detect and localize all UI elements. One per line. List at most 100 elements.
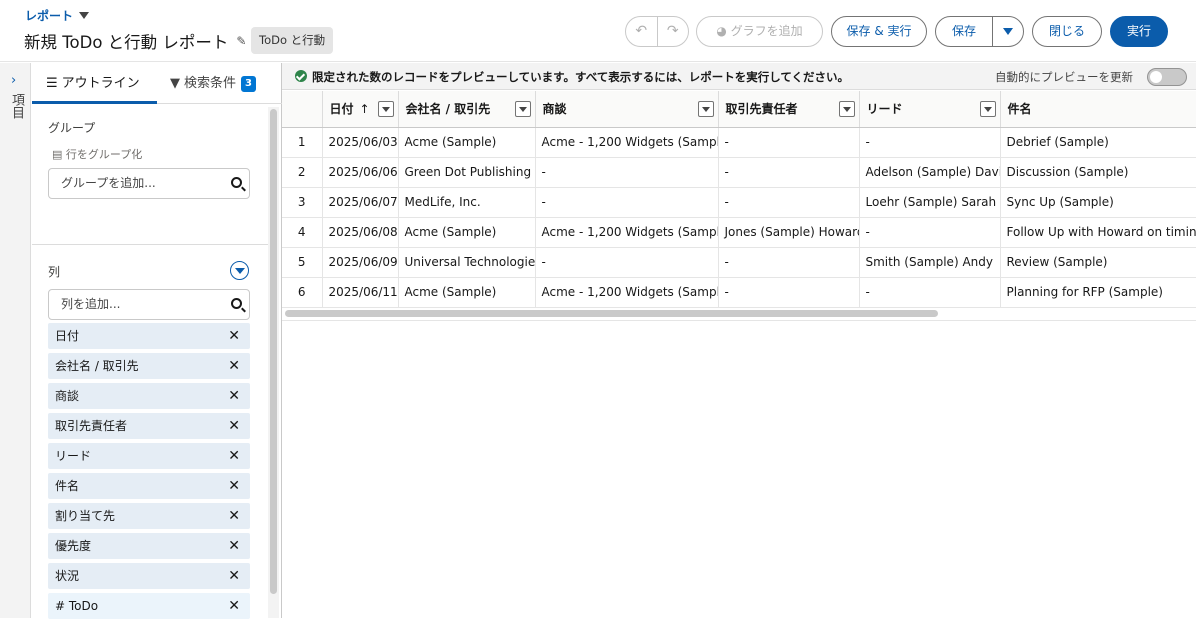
close-icon[interactable]: ✕	[228, 533, 240, 559]
table-cell: -	[535, 247, 719, 278]
row-number: 2	[282, 157, 323, 188]
table-scrollbar-thumb[interactable]	[285, 310, 938, 317]
column-chip[interactable]: 日付 ✕	[48, 323, 250, 349]
column-chip[interactable]: 割り当て先 ✕	[48, 503, 250, 529]
run-button[interactable]: 実行	[1110, 16, 1168, 47]
column-header-date[interactable]: 日付 ↑	[322, 91, 399, 128]
column-chip-label: # ToDo	[55, 599, 99, 613]
close-icon[interactable]: ✕	[228, 503, 240, 529]
row-number: 3	[282, 187, 323, 218]
column-header-subject[interactable]: 件名	[1000, 91, 1196, 128]
preview-message: 限定された数のレコードをプレビューしています。すべて表示するには、レポートを実行…	[312, 70, 850, 84]
column-chip[interactable]: 件名 ✕	[48, 473, 250, 499]
column-chip[interactable]: 優先度 ✕	[48, 533, 250, 559]
column-chip-label: 日付	[55, 329, 80, 343]
close-icon[interactable]: ✕	[228, 563, 240, 589]
table-cell: Sync Up (Sample)	[1000, 187, 1196, 218]
table-cell: Acme - 1,200 Widgets (Sample)	[535, 127, 719, 158]
table-row: 4 2025/06/08 Acme (Sample) Acme - 1,200 …	[282, 217, 1196, 248]
table-cell: Review (Sample)	[1000, 247, 1196, 278]
close-icon[interactable]: ✕	[228, 383, 240, 409]
preview-banner: 限定された数のレコードをプレビューしています。すべて表示するには、レポートを実行…	[282, 63, 1196, 90]
close-icon[interactable]: ✕	[228, 473, 240, 499]
table-cell: Adelson (Sample) David	[859, 157, 1001, 188]
column-list: 日付 ✕ 会社名 / 取引先 ✕ 商談 ✕ 取引先責任者 ✕ リード ✕ 件名 ✕ 割り当て…	[48, 323, 250, 623]
save-button[interactable]: 保存	[935, 16, 1024, 47]
list-icon: ☰	[46, 76, 58, 91]
table-horizontal-scrollbar[interactable]	[285, 309, 1193, 318]
close-icon[interactable]: ✕	[228, 593, 240, 619]
add-group-input[interactable]: グループを追加...	[48, 168, 250, 199]
column-menu-button[interactable]	[697, 101, 714, 117]
redo-icon[interactable]: ↷	[658, 17, 689, 46]
column-menu-button[interactable]	[838, 101, 855, 117]
pencil-icon[interactable]: ✎	[236, 34, 246, 48]
close-button[interactable]: 閉じる	[1032, 16, 1102, 47]
close-icon[interactable]: ✕	[228, 443, 240, 469]
table-cell: Universal Technologies	[398, 247, 536, 278]
column-header-opportunity[interactable]: 商談	[535, 91, 719, 128]
table-cell: 2025/06/07	[322, 187, 399, 218]
chevron-right-icon[interactable]: ›	[11, 73, 16, 88]
breadcrumb[interactable]: レポート	[25, 7, 90, 24]
tab-outline-label: アウトライン	[61, 76, 140, 91]
fields-rail[interactable]: › 項目	[0, 63, 31, 618]
chevron-down-icon[interactable]	[79, 12, 90, 19]
columns-menu-icon[interactable]	[230, 261, 249, 280]
table-bottom-border	[282, 320, 1196, 321]
column-chip[interactable]: 商談 ✕	[48, 383, 250, 409]
column-chip[interactable]: 取引先責任者 ✕	[48, 413, 250, 439]
table-row: 3 2025/06/07 MedLife, Inc. - - Loehr (Sa…	[282, 187, 1196, 218]
filter-count-badge: 3	[241, 75, 256, 92]
panel-scrollbar-thumb[interactable]	[270, 109, 277, 594]
column-chip-label: 優先度	[55, 539, 92, 553]
panel-tabs: ☰ アウトライン ▼ 検索条件 3	[32, 63, 282, 104]
table-cell: 2025/06/11	[322, 277, 399, 308]
panel-scrollbar[interactable]	[268, 107, 279, 618]
save-and-run-button[interactable]: 保存 & 実行	[831, 16, 927, 47]
column-chip-label: 割り当て先	[55, 509, 116, 523]
column-chip[interactable]: 会社名 / 取引先 ✕	[48, 353, 250, 379]
table-cell: 2025/06/03	[322, 127, 399, 158]
close-icon[interactable]: ✕	[228, 413, 240, 439]
undo-icon[interactable]: ↶	[626, 17, 658, 46]
auto-preview-label: 自動的にプレビューを更新	[995, 70, 1133, 84]
column-header-account[interactable]: 会社名 / 取引先	[398, 91, 536, 128]
save-menu-button[interactable]	[992, 17, 1023, 46]
row-number: 6	[282, 277, 323, 308]
table-cell: Follow Up with Howard on timing (S	[1000, 217, 1196, 248]
column-chip-label: リード	[55, 449, 92, 463]
add-chart-label: グラフを追加	[730, 24, 803, 38]
column-chip[interactable]: リード ✕	[48, 443, 250, 469]
sort-ascending-icon[interactable]: ↑	[360, 102, 370, 116]
chart-icon: ◕	[716, 24, 731, 38]
column-menu-button[interactable]	[377, 101, 394, 117]
table-cell: Smith (Sample) Andy	[859, 247, 1001, 278]
preview-table: 日付 ↑ 会社名 / 取引先 商談 取引先責任者 リード 件名 1 2025/06…	[282, 91, 1196, 308]
close-icon[interactable]: ✕	[228, 353, 240, 379]
table-cell: -	[718, 187, 860, 218]
column-header-lead[interactable]: リード	[859, 91, 1001, 128]
close-icon[interactable]: ✕	[228, 323, 240, 349]
column-header-contact[interactable]: 取引先責任者	[718, 91, 860, 128]
search-icon	[231, 298, 242, 309]
column-chip[interactable]: 状況 ✕	[48, 563, 250, 589]
breadcrumb-label[interactable]: レポート	[25, 7, 73, 24]
column-header-label: 商談	[542, 102, 567, 117]
column-chip[interactable]: # ToDo ✕	[48, 593, 250, 619]
table-cell: 2025/06/09	[322, 247, 399, 278]
tab-filters[interactable]: ▼ 検索条件 3	[170, 63, 280, 104]
tab-filters-label: 検索条件	[184, 76, 237, 91]
table-cell: Loehr (Sample) Sarah	[859, 187, 1001, 218]
table-cell: -	[859, 127, 1001, 158]
column-menu-button[interactable]	[979, 101, 996, 117]
group-rows-label: ▤ 行をグループ化	[52, 146, 142, 162]
auto-preview-toggle[interactable]	[1147, 68, 1187, 86]
tab-outline[interactable]: ☰ アウトライン	[32, 63, 157, 104]
add-column-input[interactable]: 列を追加...	[48, 289, 250, 320]
add-chart-button[interactable]: ◕ グラフを追加	[696, 16, 823, 47]
table-header-row: 日付 ↑ 会社名 / 取引先 商談 取引先責任者 リード 件名	[282, 91, 1196, 128]
column-menu-button[interactable]	[514, 101, 531, 117]
column-chip-label: 会社名 / 取引先	[55, 359, 139, 373]
column-chip-label: 商談	[55, 389, 80, 403]
